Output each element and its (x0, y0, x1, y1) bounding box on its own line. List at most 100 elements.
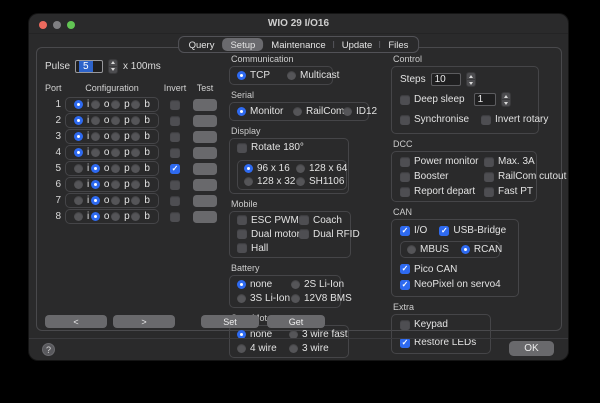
radio-128x64[interactable]: 128 x 64 (296, 163, 347, 174)
ok-button[interactable]: OK (509, 341, 554, 356)
radio-tcp[interactable]: TCP (237, 70, 287, 81)
test-button[interactable] (193, 179, 217, 191)
checkbox-dual-motor[interactable]: Dual motor (237, 229, 299, 240)
checkbox-hall[interactable]: Hall (237, 243, 299, 254)
invert-checkbox[interactable] (170, 116, 180, 126)
test-button[interactable] (193, 147, 217, 159)
radio-4-wire[interactable]: 4 wire (237, 343, 289, 354)
radio-128x32[interactable]: 128 x 32 (244, 176, 296, 187)
radio-3-wire[interactable]: 3 wire (289, 343, 348, 354)
radio-p[interactable]: p (111, 115, 130, 126)
radio-b[interactable]: b (131, 211, 150, 222)
checkbox-rotate-180[interactable]: Rotate 180° (237, 142, 304, 153)
radio-b[interactable]: b (131, 131, 150, 142)
invert-checkbox[interactable] (170, 180, 180, 190)
checkbox-dual-rfid[interactable]: Dual RFID (299, 229, 360, 240)
tab-query[interactable]: Query (181, 38, 223, 51)
radio-i[interactable]: i (74, 163, 89, 174)
radio-multicast[interactable]: Multicast (287, 70, 339, 81)
radio-o[interactable]: o (91, 131, 110, 142)
radio-o[interactable]: o (91, 115, 110, 126)
radio-p[interactable]: p (111, 163, 130, 174)
test-button[interactable] (193, 163, 217, 175)
radio-12v8-bms[interactable]: 12V8 BMS (291, 293, 352, 304)
radio-mbus[interactable]: MBUS (407, 244, 449, 255)
test-button[interactable] (193, 211, 217, 223)
checkbox-max-3a[interactable]: Max. 3A (484, 156, 566, 167)
test-button[interactable] (193, 195, 217, 207)
checkbox-keypad[interactable]: Keypad (400, 319, 448, 330)
checkbox-synchronise[interactable]: Synchronise (400, 114, 469, 125)
radio-3s-li-ion[interactable]: 3S Li-Ion (237, 293, 291, 304)
checkbox-io[interactable]: I/O (400, 225, 427, 236)
checkbox-esc-pwm[interactable]: ESC PWM (237, 215, 299, 226)
radio-96x16[interactable]: 96 x 16 (244, 163, 296, 174)
invert-checkbox[interactable] (170, 164, 180, 174)
checkbox-coach[interactable]: Coach (299, 215, 360, 226)
radio-p[interactable]: p (111, 131, 130, 142)
radio-monitor[interactable]: Monitor (237, 106, 293, 117)
radio-o[interactable]: o (91, 195, 110, 206)
steps-input[interactable]: 10 (431, 73, 461, 86)
tab-setup[interactable]: Setup (222, 38, 263, 51)
radio-railcom[interactable]: RailCom (293, 106, 343, 117)
radio-p[interactable]: p (111, 179, 130, 190)
radio-b[interactable]: b (131, 147, 150, 158)
deep-sleep-stepper[interactable] (501, 92, 511, 107)
radio-sh1106[interactable]: SH1106 (296, 176, 347, 187)
radio-i[interactable]: i (74, 179, 89, 190)
get-button[interactable]: Get (267, 315, 325, 328)
tab-update[interactable]: Update (334, 38, 381, 51)
radio-p[interactable]: p (111, 147, 130, 158)
invert-checkbox[interactable] (170, 132, 180, 142)
pulse-stepper[interactable] (108, 59, 118, 74)
checkbox-power-monitor[interactable]: Power monitor (400, 156, 484, 167)
tab-maintenance[interactable]: Maintenance (263, 38, 333, 51)
next-button[interactable]: > (113, 315, 175, 328)
tab-files[interactable]: Files (380, 38, 416, 51)
previous-button[interactable]: < (45, 315, 107, 328)
invert-checkbox[interactable] (170, 212, 180, 222)
radio-o[interactable]: o (91, 147, 110, 158)
checkbox-report-depart[interactable]: Report depart (400, 186, 484, 197)
checkbox-pico-can[interactable]: Pico CAN (400, 264, 457, 275)
radio-p[interactable]: p (111, 99, 130, 110)
radio-p[interactable]: p (111, 211, 130, 222)
radio-i[interactable]: i (74, 211, 89, 222)
radio-b[interactable]: b (131, 99, 150, 110)
radio-b[interactable]: b (131, 195, 150, 206)
minimize-button[interactable] (53, 21, 61, 29)
radio-battery-none[interactable]: none (237, 279, 291, 290)
radio-o[interactable]: o (91, 179, 110, 190)
test-button[interactable] (193, 131, 217, 143)
radio-b[interactable]: b (131, 163, 150, 174)
radio-i[interactable]: i (74, 131, 89, 142)
radio-b[interactable]: b (131, 115, 150, 126)
radio-i[interactable]: i (74, 115, 89, 126)
chevron-down-icon[interactable] (502, 99, 510, 106)
radio-2s-li-ion[interactable]: 2S Li-Ion (291, 279, 352, 290)
checkbox-fast-pt[interactable]: Fast PT (484, 186, 566, 197)
radio-b[interactable]: b (131, 179, 150, 190)
radio-i[interactable]: i (74, 147, 89, 158)
radio-rcan[interactable]: RCAN (461, 244, 502, 255)
radio-o[interactable]: o (91, 163, 110, 174)
test-button[interactable] (193, 99, 217, 111)
close-button[interactable] (39, 21, 47, 29)
chevron-down-icon[interactable] (467, 79, 475, 86)
test-button[interactable] (193, 115, 217, 127)
checkbox-booster[interactable]: Booster (400, 171, 484, 182)
radio-o[interactable]: o (91, 99, 110, 110)
radio-p[interactable]: p (111, 195, 130, 206)
radio-i[interactable]: i (74, 99, 89, 110)
checkbox-deep-sleep[interactable]: Deep sleep (400, 94, 465, 105)
zoom-button[interactable] (67, 21, 75, 29)
deep-sleep-input[interactable]: 1 (474, 93, 496, 106)
invert-checkbox[interactable] (170, 148, 180, 158)
help-button[interactable]: ? (42, 343, 55, 356)
invert-checkbox[interactable] (170, 196, 180, 206)
chevron-down-icon[interactable] (109, 66, 117, 73)
invert-checkbox[interactable] (170, 100, 180, 110)
set-button[interactable]: Set (201, 315, 259, 328)
radio-i[interactable]: i (74, 195, 89, 206)
